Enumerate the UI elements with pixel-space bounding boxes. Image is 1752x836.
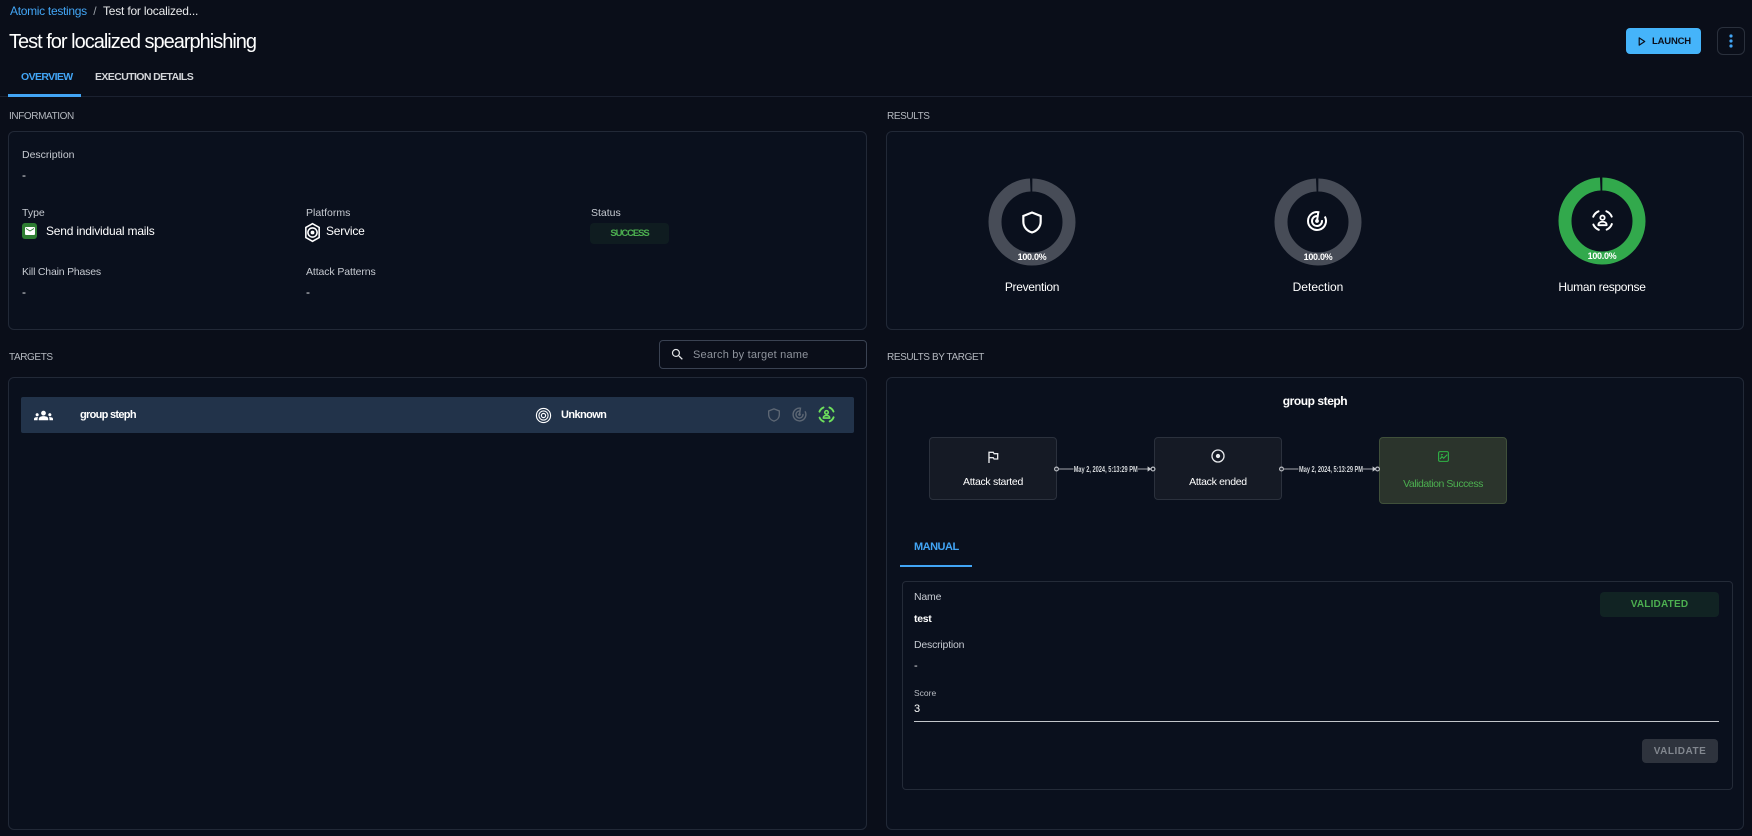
svg-text:May 2, 2024, 5:13:29 PM: May 2, 2024, 5:13:29 PM — [1074, 465, 1138, 474]
svg-text:May 2, 2024, 5:13:29 PM: May 2, 2024, 5:13:29 PM — [1299, 465, 1363, 474]
